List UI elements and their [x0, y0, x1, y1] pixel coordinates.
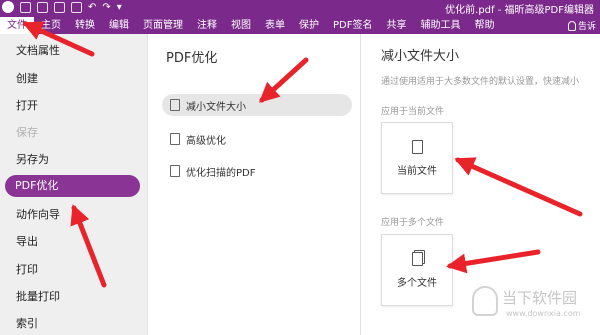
watermark-text: 当下软件园 [502, 289, 578, 307]
menu-help[interactable]: 帮助 [467, 17, 501, 34]
sidebar-item-open[interactable]: 打开 [16, 97, 38, 113]
title-bar: ↶ ↷ ▾ 优化前.pdf - 福昕高级PDF编辑器 [0, 0, 600, 17]
menu-protect[interactable]: 保护 [292, 17, 326, 34]
sidebar-item-index[interactable]: 索引 [16, 315, 38, 331]
option-optimize-scanned[interactable]: 优化扫描的PDF [162, 160, 352, 182]
menu-page-management[interactable]: 页面管理 [136, 17, 190, 34]
optimize-options-panel: PDF优化 减小文件大小 高级优化 优化扫描的PDF [147, 34, 360, 335]
option-label: 减小文件大小 [186, 101, 246, 113]
sidebar-item-action-wizard[interactable]: 动作向导 [16, 206, 60, 222]
sidebar-item-save-as[interactable]: 另存为 [16, 151, 49, 167]
tell-me-search[interactable]: 告诉 [567, 19, 600, 32]
section-description: 通过使用适用于大多数文件的默认设置，快速减小 [381, 77, 580, 87]
menu-comment[interactable]: 注释 [190, 17, 224, 34]
mail-icon[interactable] [54, 1, 65, 13]
reduce-size-icon [170, 99, 180, 111]
option-label: 优化扫描的PDF [186, 167, 256, 179]
sidebar-item-properties[interactable]: 文档属性 [16, 42, 60, 58]
sidebar-item-print[interactable]: 打印 [16, 261, 38, 277]
sidebar-item-create[interactable]: 创建 [16, 70, 38, 86]
current-file-button[interactable]: 当前文件 [381, 122, 453, 194]
sidebar-item-export[interactable]: 导出 [16, 233, 38, 249]
menu-file[interactable]: 文件 [0, 17, 34, 34]
sidebar-item-save[interactable]: 保存 [16, 124, 38, 140]
option-reduce-file-size[interactable]: 减小文件大小 [162, 94, 352, 116]
sidebar-item-batch-print[interactable]: 批量打印 [16, 288, 60, 304]
apply-current-label: 应用于当前文件 [381, 107, 445, 117]
sidebar-item-pdf-optimize[interactable]: PDF优化 [5, 175, 140, 197]
advanced-optimize-icon [170, 133, 180, 145]
lightbulb-icon [567, 20, 576, 31]
customize-icon[interactable]: ▾ [117, 2, 122, 13]
apply-multiple-label: 应用于多个文件 [381, 218, 445, 228]
quick-access-toolbar: ↶ ↷ ▾ [2, 1, 122, 13]
section-title: 减小文件大小 [381, 49, 460, 64]
menu-share[interactable]: 共享 [379, 17, 413, 34]
option-label: 高级优化 [186, 135, 226, 147]
menu-view[interactable]: 视图 [224, 17, 258, 34]
menu-pdf-sign[interactable]: PDF签名 [326, 17, 379, 34]
current-file-label: 当前文件 [397, 165, 437, 177]
option-advanced-optimize[interactable]: 高级优化 [162, 128, 352, 150]
documents-icon [411, 251, 423, 266]
window-title: 优化前.pdf - 福昕高级PDF编辑器 [445, 5, 594, 16]
menu-form[interactable]: 表单 [258, 17, 292, 34]
file-sidebar: 文档属性 创建 打开 保存 另存为 PDF优化 动作向导 导出 打印 批量打印 … [0, 34, 147, 335]
open-icon[interactable] [37, 1, 48, 13]
multiple-files-button[interactable]: 多个文件 [381, 234, 453, 306]
redo-icon[interactable]: ↷ [102, 2, 110, 13]
menu-home[interactable]: 主页 [34, 17, 68, 34]
multiple-files-label: 多个文件 [397, 277, 437, 289]
app-logo-icon [2, 1, 14, 13]
menu-convert[interactable]: 转换 [68, 17, 102, 34]
document-icon [411, 139, 423, 154]
panel-title: PDF优化 [166, 51, 218, 66]
print-icon[interactable] [71, 1, 82, 13]
menu-bar: 文件 主页 转换 编辑 页面管理 注释 视图 表单 保护 PDF签名 共享 辅助… [0, 17, 600, 34]
tell-me-label: 告诉 [577, 22, 596, 32]
optimize-scan-icon [170, 165, 180, 177]
menu-edit[interactable]: 编辑 [102, 17, 136, 34]
watermark-logo-icon [472, 286, 498, 316]
watermark-url: www.downxia.com [506, 309, 581, 318]
undo-icon[interactable]: ↶ [88, 2, 96, 13]
menu-accessibility[interactable]: 辅助工具 [413, 17, 467, 34]
save-icon[interactable] [20, 1, 31, 13]
